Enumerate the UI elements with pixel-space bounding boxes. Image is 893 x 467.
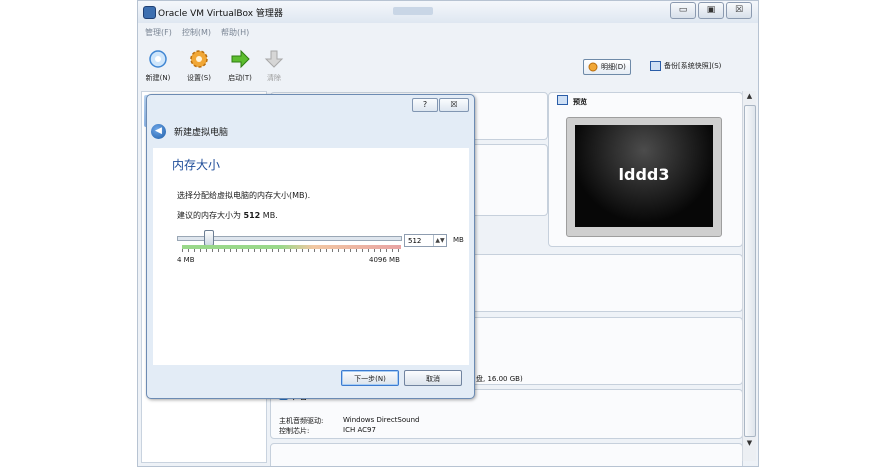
start-arrow-icon: [229, 48, 251, 70]
new-vm-label: 新建(N): [145, 74, 171, 82]
back-arrow-icon[interactable]: ◀: [151, 123, 166, 139]
preview-title: 预览: [573, 98, 587, 106]
menu-file[interactable]: 管理(F): [145, 27, 172, 38]
storage-disk-size: 盘, 16.00 GB): [476, 375, 523, 383]
scroll-up-icon[interactable]: ▲: [743, 92, 756, 100]
scrollbar-thumb[interactable]: [744, 105, 756, 437]
preview-panel: 预览 lddd3: [548, 92, 743, 247]
wizard-page: 内存大小 选择分配给虚拟电脑的内存大小(MB). 建议的内存大小为 512 MB…: [153, 148, 469, 365]
memory-recommendation: 建议的内存大小为 512 MB.: [177, 210, 278, 221]
dialog-title-bar: ? ☒: [147, 95, 474, 115]
spin-arrows-icon[interactable]: ▲▼: [433, 235, 446, 246]
virtualbox-logo-icon: [143, 6, 156, 19]
wizard-title: 新建虚拟电脑: [174, 127, 229, 138]
dialog-close-button[interactable]: ☒: [439, 98, 469, 112]
window-title: Oracle VM VirtualBox 管理器: [158, 9, 283, 19]
maximize-button[interactable]: ▣: [698, 2, 724, 19]
details-view-label: 明细(D): [601, 63, 626, 71]
page-title: 内存大小: [172, 158, 221, 172]
preview-screen: lddd3: [575, 125, 713, 227]
details-view-button[interactable]: 明细(D): [583, 59, 631, 75]
monitor-icon: [557, 95, 568, 105]
memory-description: 选择分配给虚拟电脑的内存大小(MB).: [177, 191, 311, 200]
recommend-prefix: 建议的内存大小为: [177, 211, 241, 220]
settings-label: 设置(S): [187, 74, 211, 82]
audio-controller-label: 控制芯片:: [279, 427, 310, 435]
title-bar: Oracle VM VirtualBox 管理器 ▭ ▣ ☒: [138, 1, 758, 23]
settings-gear-icon: [188, 48, 210, 70]
start-label: 启动(T): [228, 74, 252, 82]
main-toolbar: 新建(N) 设置(S) 启动(T) 清除 明细(D) 备份[系统快照](S): [138, 41, 758, 89]
memory-max-label: 4096 MB: [369, 256, 400, 264]
memory-min-label: 4 MB: [177, 256, 195, 264]
network-panel: [270, 443, 743, 466]
audio-driver-value: Windows DirectSound: [343, 416, 420, 424]
memory-spinbox[interactable]: ▲▼: [404, 234, 447, 247]
memory-slider-thumb[interactable]: [204, 230, 214, 246]
memory-unit: MB: [453, 236, 464, 244]
dialog-help-button[interactable]: ?: [412, 98, 438, 112]
start-button[interactable]: 启动(T): [223, 48, 257, 83]
details-scrollbar[interactable]: ▲ ▼: [742, 91, 756, 461]
menu-machine[interactable]: 控制(M): [182, 27, 211, 38]
close-button[interactable]: ☒: [726, 2, 752, 19]
preview-header: 预览: [549, 93, 742, 108]
discard-label: 清除: [267, 74, 281, 82]
menu-help[interactable]: 帮助(H): [221, 27, 249, 38]
discard-arrow-icon: [263, 48, 285, 70]
title-bar-highlight: [393, 7, 433, 15]
minimize-button[interactable]: ▭: [670, 2, 696, 19]
virtualbox-manager-window: Oracle VM VirtualBox 管理器 ▭ ▣ ☒ 管理(F) 控制(…: [137, 0, 759, 467]
snapshot-camera-icon: [650, 61, 661, 71]
audio-controller-value: ICH AC97: [343, 426, 376, 434]
new-icon: [147, 48, 169, 70]
settings-button[interactable]: 设置(S): [182, 48, 216, 83]
next-button[interactable]: 下一步(N): [341, 370, 399, 386]
memory-slider-ticks: [182, 249, 401, 252]
new-vm-wizard-dialog: ? ☒ ◀ 新建虚拟电脑 内存大小 选择分配给虚拟电脑的内存大小(MB). 建议…: [146, 94, 475, 399]
wizard-nav: ◀ 新建虚拟电脑: [151, 122, 228, 140]
details-gear-icon: [588, 62, 598, 72]
snapshots-view-button[interactable]: 备份[系统快照](S): [650, 59, 721, 73]
window-controls: ▭ ▣ ☒: [670, 2, 752, 19]
preview-screen-frame: lddd3: [566, 117, 722, 237]
audio-driver-label: 主机音频驱动:: [279, 417, 324, 425]
new-vm-button[interactable]: 新建(N): [141, 48, 175, 83]
cancel-button[interactable]: 取消: [404, 370, 462, 386]
discard-button[interactable]: 清除: [257, 48, 291, 83]
snapshots-view-label: 备份[系统快照](S): [664, 62, 722, 70]
memory-input[interactable]: [406, 235, 436, 246]
scroll-down-icon[interactable]: ▼: [743, 439, 756, 447]
recommend-suffix: MB.: [262, 211, 278, 220]
recommend-value: 512: [243, 211, 261, 220]
menu-bar: 管理(F) 控制(M) 帮助(H): [138, 24, 758, 40]
